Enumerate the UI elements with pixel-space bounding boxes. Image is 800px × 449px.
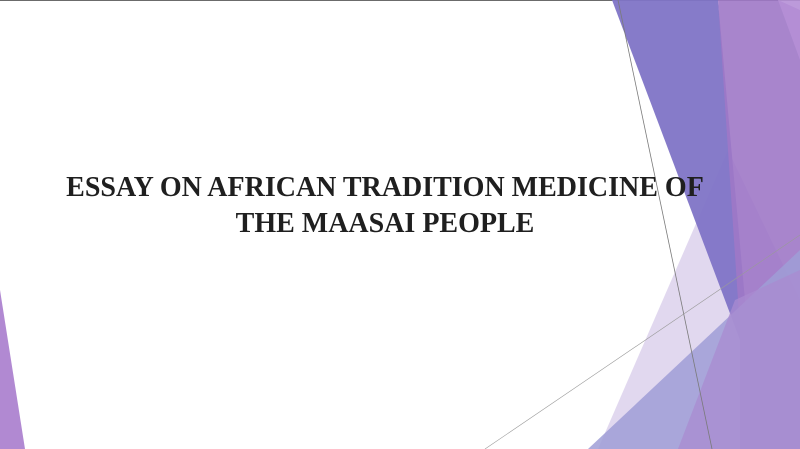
left-purple-sliver (0, 290, 25, 449)
slide-title-line-2: THE MAASAI PEOPLE (235, 208, 535, 239)
slide-title-line-1: ESSAY ON AFRICAN TRADITION MEDICINE OF (66, 172, 704, 203)
presentation-slide: ESSAY ON AFRICAN TRADITION MEDICINE OF T… (0, 0, 800, 449)
slide-title: ESSAY ON AFRICAN TRADITION MEDICINE OF T… (30, 170, 740, 242)
